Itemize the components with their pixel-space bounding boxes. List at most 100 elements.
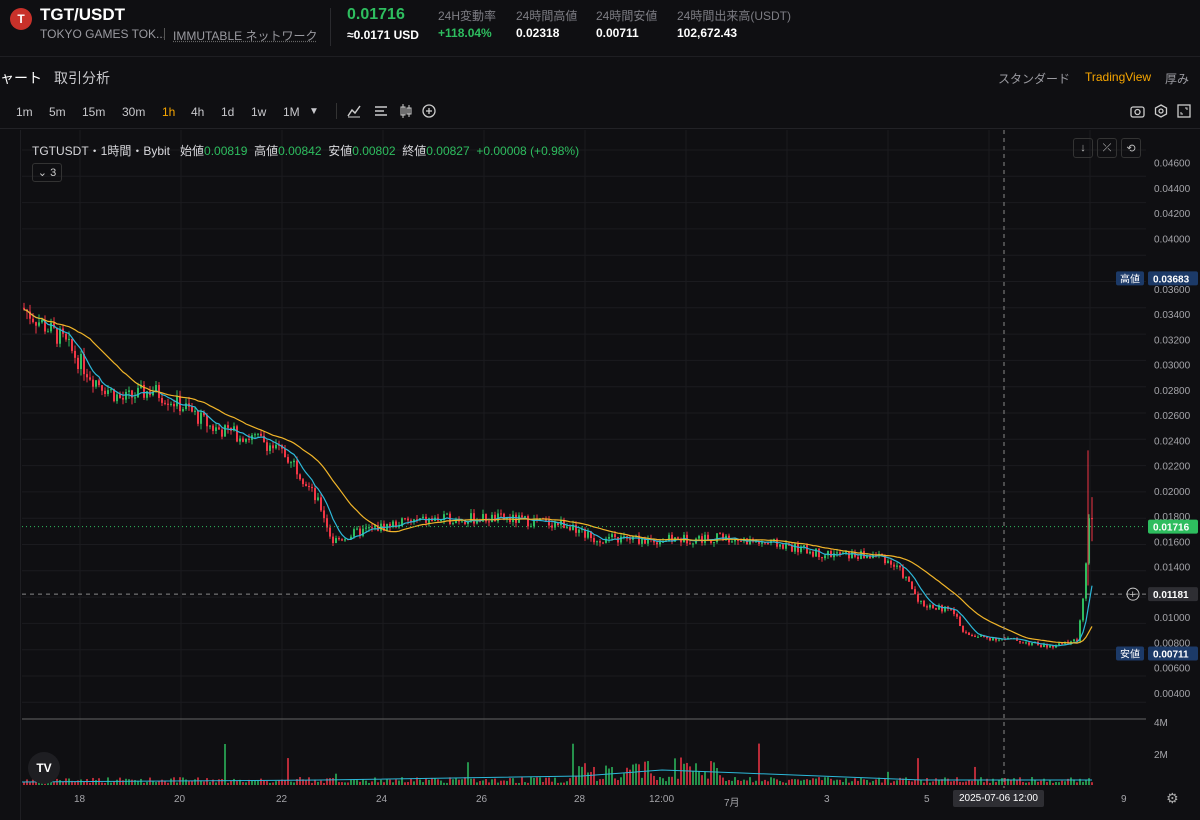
- timeframe-4h[interactable]: 4h: [191, 105, 204, 119]
- volume-bar: [872, 780, 874, 785]
- candle-body: [920, 600, 922, 602]
- timeframe-15m[interactable]: 15m: [82, 105, 105, 119]
- volume-bar: [452, 779, 454, 785]
- indicator-toggle[interactable]: ⌄ 3: [32, 163, 62, 182]
- candle-body: [701, 536, 703, 543]
- candle-body: [365, 527, 367, 529]
- volume-bar: [356, 780, 358, 785]
- timeframe-30m[interactable]: 30m: [122, 105, 145, 119]
- candle-body: [599, 541, 601, 543]
- volume-bar: [338, 782, 340, 785]
- drawing-tools-strip[interactable]: [0, 130, 21, 820]
- arrow-down-icon[interactable]: ↓: [1073, 138, 1093, 158]
- volume-bar: [938, 780, 940, 785]
- candle-body: [740, 540, 742, 542]
- volume-bar: [953, 780, 955, 785]
- volume-bar: [584, 763, 586, 785]
- candle-body: [245, 438, 247, 442]
- candle-body: [56, 327, 58, 344]
- candle-body: [173, 403, 175, 407]
- candle-body: [170, 403, 172, 405]
- candle-body: [677, 537, 679, 539]
- candle-body: [731, 541, 733, 543]
- candle-body: [782, 544, 784, 549]
- candle-body: [914, 589, 916, 595]
- candle-body: [332, 536, 334, 544]
- candle-body: [191, 406, 193, 412]
- volume-bar: [845, 778, 847, 785]
- candles-icon[interactable]: [399, 104, 413, 118]
- volume-bar: [233, 778, 235, 785]
- candle-body: [1049, 645, 1051, 648]
- candle-body: [791, 545, 793, 552]
- volume-bar: [773, 778, 775, 785]
- view-depth[interactable]: 厚み: [1165, 70, 1189, 87]
- price-axis[interactable]: 0.04600 0.04400 0.04200 0.04000 0.03600 0.034…: [1146, 130, 1200, 788]
- time-tick: 9: [1121, 794, 1127, 805]
- add-icon[interactable]: [422, 104, 436, 118]
- price-tick: 0.04200: [1154, 209, 1191, 220]
- volume-bar: [974, 766, 976, 785]
- candle-body: [38, 322, 40, 326]
- candle-body: [578, 529, 580, 533]
- volume-bar: [434, 778, 436, 785]
- timeframe-1h[interactable]: 1h: [162, 105, 175, 119]
- tab-chart[interactable]: ャート: [0, 68, 42, 88]
- timeframe-1m[interactable]: 1m: [16, 105, 33, 119]
- indicators-icon[interactable]: [347, 104, 361, 118]
- legend-open: 0.00819: [204, 144, 248, 158]
- timeframe-1M[interactable]: 1M: [283, 105, 300, 119]
- refresh-icon[interactable]: ⟲: [1121, 138, 1141, 158]
- settings-icon[interactable]: [1154, 104, 1168, 118]
- volume-bar: [101, 782, 103, 785]
- chevron-down-icon[interactable]: ▼: [309, 106, 319, 117]
- chart-type-icon[interactable]: [374, 104, 388, 118]
- candle-body: [494, 514, 496, 522]
- candle-body: [356, 528, 358, 530]
- candle-body: [176, 395, 178, 407]
- volume-bar: [839, 779, 841, 785]
- candle-body: [1082, 598, 1084, 621]
- candle-body: [248, 438, 250, 440]
- gear-icon[interactable]: ⚙: [1166, 790, 1179, 807]
- volume-bar: [677, 778, 679, 785]
- fullscreen-icon[interactable]: [1177, 104, 1191, 118]
- volume-bar: [911, 781, 913, 785]
- stat-high-label: 24時間高値: [516, 9, 578, 23]
- volume-bar: [983, 782, 985, 785]
- view-standard[interactable]: スタンダード: [998, 70, 1070, 87]
- pair-title[interactable]: TGT/USDT: [40, 5, 125, 25]
- timeframe-1w[interactable]: 1w: [251, 105, 266, 119]
- candle-body: [335, 538, 337, 544]
- volume-bar: [707, 778, 709, 785]
- view-tradingview[interactable]: TradingView: [1085, 70, 1151, 84]
- volume-bar: [125, 778, 127, 785]
- volume-bar: [728, 779, 730, 785]
- volume-bar: [353, 779, 355, 785]
- volume-bar: [350, 779, 352, 785]
- divider: [330, 8, 331, 46]
- camera-icon[interactable]: [1130, 104, 1145, 118]
- volume-bar: [1052, 782, 1054, 785]
- candle-body: [296, 460, 298, 475]
- volume-bar: [866, 780, 868, 785]
- candle-body: [611, 534, 613, 537]
- candle-body: [509, 517, 511, 522]
- volume-bar: [497, 782, 499, 785]
- volume-bar: [791, 779, 793, 785]
- volume-bar: [1010, 779, 1012, 785]
- volume-bar: [215, 782, 217, 785]
- volume-bar: [710, 761, 712, 785]
- collapse-icon[interactable]: ⤫: [1097, 138, 1117, 158]
- volume-bar: [755, 780, 757, 785]
- candle-body: [428, 518, 430, 523]
- volume-bar: [806, 779, 808, 785]
- volume-bar: [479, 781, 481, 785]
- timeframe-1d[interactable]: 1d: [221, 105, 234, 119]
- tab-trade-analysis[interactable]: 取引分析: [54, 68, 110, 88]
- volume-bar: [203, 781, 205, 785]
- candlestick-chart[interactable]: +高値安値: [22, 130, 1146, 788]
- candle-body: [896, 565, 898, 567]
- timeframe-5m[interactable]: 5m: [49, 105, 66, 119]
- network-label[interactable]: IMMUTABLE ネットワーク: [173, 27, 317, 44]
